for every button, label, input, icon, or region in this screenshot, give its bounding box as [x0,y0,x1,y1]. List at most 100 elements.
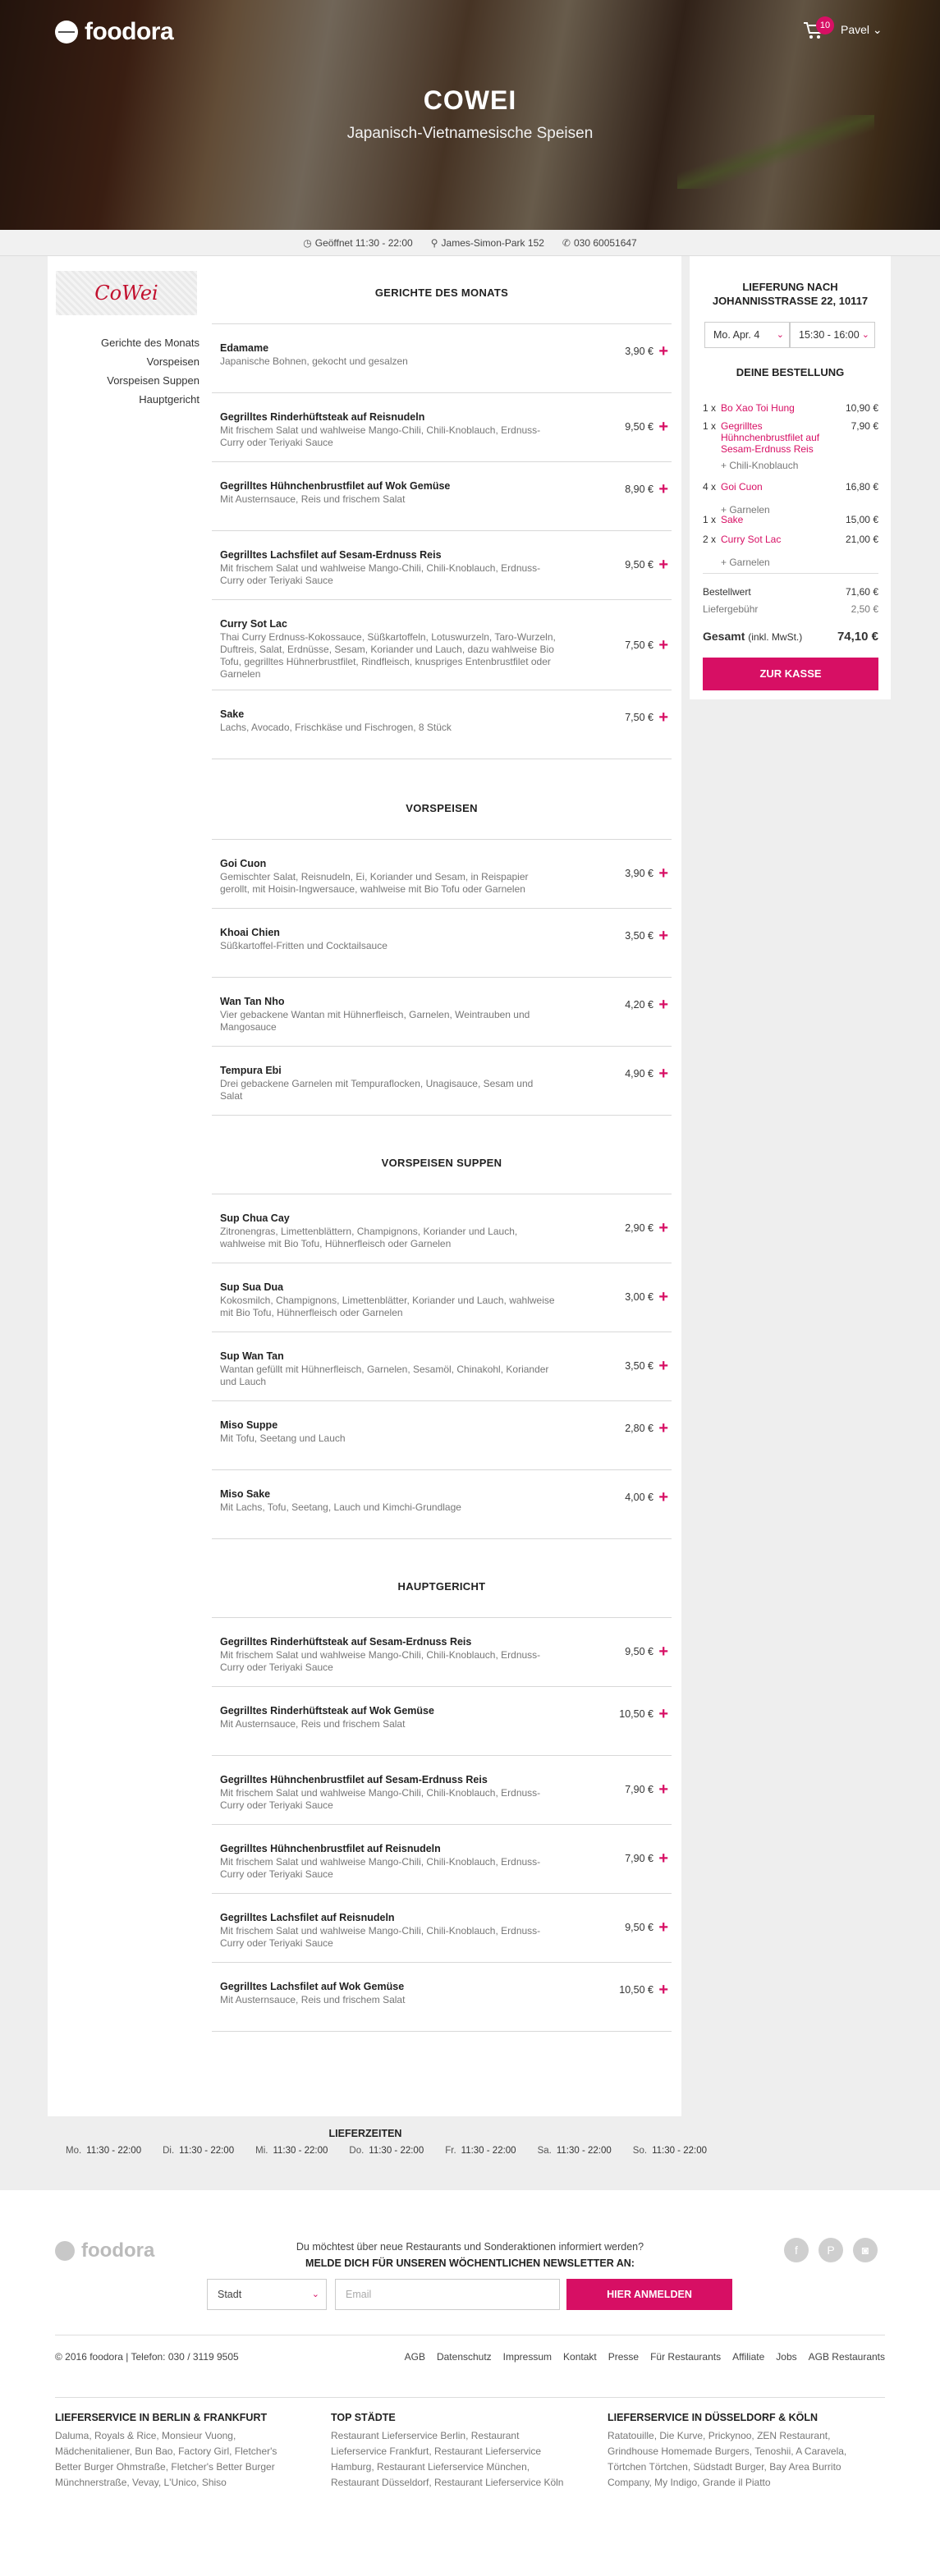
footer-link[interactable]: Kontakt [563,2351,597,2363]
footer-link[interactable]: AGB [405,2351,425,2363]
menu-item[interactable]: Miso Sake Mit Lachs, Tofu, Seetang, Lauch… [212,1469,672,1538]
menu-item[interactable]: Sup Chua Cay Zitronengras, Limettenblätte… [212,1194,672,1263]
delivery-hours-day: Mi. 11:30 - 22:00 [255,2146,328,2156]
menu-item[interactable]: Gegrilltes Hühnchenbrustfilet auf Wok Ge… [212,461,672,530]
order-item[interactable]: 4 x Goi Cuon 16,80 € + Garnelen [703,481,878,516]
phone-text: 030 60051647 [573,236,637,249]
menu-item[interactable]: Gegrilltes Lachsfilet auf Reisnudeln Mit … [212,1893,672,1962]
section-title: GERICHTE DES MONATS [374,286,509,299]
user-menu[interactable]: Pavel ⌄ [841,23,883,37]
order-item[interactable]: 1 x Gegrilltes Hühnchenbrustfilet auf Ses… [703,420,878,471]
menu-item[interactable]: Wan Tan Nho Vier gebackene Wantan mit Hüh… [212,977,672,1046]
order-item[interactable]: 2 x Curry Sot Lac 21,00 € + Garnelen [703,534,878,568]
order-item-name[interactable]: Goi Cuon [721,481,828,493]
add-to-cart-icon[interactable]: + [658,343,668,360]
menu-item[interactable]: Miso Suppe Mit Tofu, Seetang und Lauch 2,8… [212,1400,672,1469]
menu-item[interactable]: Gegrilltes Rinderhüftsteak auf Sesam-Erd… [212,1617,672,1686]
menu-item-price: 3,00 € [625,1291,653,1303]
city-select[interactable]: Stadt ⌄ [207,2279,327,2310]
menu-item[interactable]: Tempura Ebi Drei gebackene Garnelen mit T… [212,1046,672,1115]
time-select[interactable]: 15:30 - 16:00 ⌄ [790,322,875,348]
menu-item-description: Vier gebackene Wantan mit Hühnerfleisch,… [220,1009,530,1033]
add-to-cart-icon[interactable]: + [658,1982,668,1998]
add-to-cart-icon[interactable]: + [658,1706,668,1722]
add-to-cart-icon[interactable]: + [658,557,668,573]
menu-item[interactable]: Khoai Chien Süßkartoffel-Fritten und Cock… [212,908,672,977]
category-nav-item[interactable]: Hauptgericht [48,390,199,409]
menu-item-name: Miso Suppe [220,1419,278,1431]
facebook-icon[interactable]: f [784,2238,809,2262]
add-to-cart-icon[interactable]: + [658,1489,668,1506]
footer-column-text[interactable]: Daluma, Royals & Rice, Monsieur Vuong, M… [55,2428,301,2491]
date-select[interactable]: Mo. Apr. 4 ⌄ [704,322,790,348]
footer-link[interactable]: Datenschutz [437,2351,492,2363]
add-to-cart-icon[interactable]: + [658,1289,668,1305]
footer-link[interactable]: Affiliate [732,2351,764,2363]
menu-item-description: Gemischter Salat, Reisnudeln, Ei, Korian… [220,871,529,895]
menu-item[interactable]: Sup Wan Tan Wantan gefüllt mit Hühnerflei… [212,1332,672,1400]
delivery-hours-day: Mo. 11:30 - 22:00 [66,2146,141,2156]
site-logo[interactable]: foodora [55,18,174,46]
menu-item-description: Mit Austernsauce, Reis und frischem Sala… [220,1994,406,2005]
menu-item-name: Gegrilltes Lachsfilet auf Reisnudeln [220,1912,395,1923]
menu-item[interactable]: Sup Sua Dua Kokosmilch, Champignons, Lime… [212,1263,672,1332]
add-to-cart-icon[interactable]: + [658,1781,668,1798]
footer-link[interactable]: Jobs [776,2351,796,2363]
menu-item-name: Gegrilltes Rinderhüftsteak auf Wok Gemüs… [220,1705,434,1717]
instagram-icon[interactable]: ◙ [853,2238,878,2262]
order-item-name[interactable]: Sake [721,514,828,525]
pinterest-icon[interactable]: P [818,2238,843,2262]
add-to-cart-icon[interactable]: + [658,1919,668,1936]
category-nav-item[interactable]: Vorspeisen [48,352,199,371]
order-item-name[interactable]: Bo Xao Toi Hung [721,402,828,414]
footer-column-text[interactable]: Ratatouille, Die Kurve, Prickynoo, ZEN R… [608,2428,854,2491]
logo-text: foodora [85,18,174,45]
footer-links: AGB Datenschutz Impressum Kontakt Presse Für … [405,2351,885,2363]
checkout-button[interactable]: ZUR KASSE [703,658,878,690]
menu-item[interactable]: Gegrilltes Hühnchenbrustfilet auf Reisnu… [212,1824,672,1893]
day-label: Mo. [66,2146,82,2156]
menu-item[interactable]: Gegrilltes Lachsfilet auf Sesam-Erdnuss … [212,530,672,599]
order-item-name[interactable]: Curry Sot Lac [721,534,828,545]
add-to-cart-icon[interactable]: + [658,928,668,944]
menu-item[interactable]: Gegrilltes Rinderhüftsteak auf Reisnudel… [212,392,672,461]
address-text: James-Simon-Park 152 [441,236,544,249]
order-item-extra: + Chili-Knoblauch [721,460,799,471]
menu-item[interactable]: Gegrilltes Hühnchenbrustfilet auf Sesam-… [212,1755,672,1824]
footer-link[interactable]: Für Restaurants [650,2351,721,2363]
menu-item-price: 2,90 € [625,1222,653,1234]
day-hours: 11:30 - 22:00 [179,2146,235,2156]
category-nav-item[interactable]: Vorspeisen Suppen [48,371,199,390]
category-nav-item[interactable]: Gerichte des Monats [48,333,199,352]
add-to-cart-icon[interactable]: + [658,1066,668,1082]
add-to-cart-icon[interactable]: + [658,419,668,435]
add-to-cart-icon[interactable]: + [658,1643,668,1660]
footer-link[interactable]: Presse [608,2351,639,2363]
chevron-down-icon: ⌄ [311,2290,319,2299]
menu-category-nav: Gerichte des Monats Vorspeisen Vorspeisen … [48,333,199,409]
restaurant-name: COWEI [423,85,517,115]
footer-link[interactable]: Impressum [503,2351,552,2363]
order-item-name[interactable]: Gegrilltes Hühnchenbrustfilet auf Sesam-… [721,420,828,455]
email-input[interactable]: Email [335,2279,560,2310]
add-to-cart-icon[interactable]: + [658,637,668,653]
menu-item[interactable]: Gegrilltes Lachsfilet auf Wok Gemüse Mit … [212,1962,672,2031]
add-to-cart-icon[interactable]: + [658,865,668,882]
menu-item-name: Tempura Ebi [220,1065,282,1076]
add-to-cart-icon[interactable]: + [658,1850,668,1867]
add-to-cart-icon[interactable]: + [658,481,668,497]
footer-link[interactable]: AGB Restaurants [809,2351,885,2363]
add-to-cart-icon[interactable]: + [658,1220,668,1236]
menu-item-description: Mit frischem Salat und wahlweise Mango-C… [220,1925,541,1949]
menu-item[interactable]: Sake Lachs, Avocado, Frischkäse und Fisch… [212,690,672,759]
menu-item[interactable]: Gegrilltes Rinderhüftsteak auf Wok Gemüs… [212,1686,672,1755]
add-to-cart-icon[interactable]: + [658,1358,668,1374]
menu-item[interactable]: Curry Sot Lac Thai Curry Erdnuss-Kokossau… [212,599,672,690]
menu-item[interactable]: Goi Cuon Gemischter Salat, Reisnudeln, Ei… [212,839,672,908]
add-to-cart-icon[interactable]: + [658,997,668,1013]
footer-column-text[interactable]: Restaurant Lieferservice Berlin, Restaur… [331,2428,577,2491]
add-to-cart-icon[interactable]: + [658,1420,668,1437]
add-to-cart-icon[interactable]: + [658,709,668,726]
menu-item[interactable]: Edamame Japanische Bohnen, gekocht und ge… [212,323,672,392]
newsletter-subscribe-button[interactable]: HIER ANMELDEN [566,2279,732,2310]
